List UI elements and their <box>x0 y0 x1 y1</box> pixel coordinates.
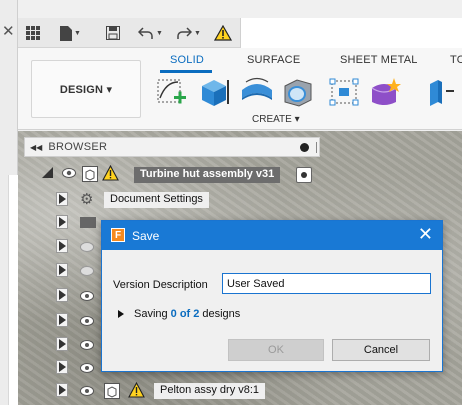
form-star-icon[interactable] <box>368 76 401 108</box>
quick-access-toolbar: ▼ ▼ ▼ <box>18 18 462 48</box>
form-icon[interactable] <box>328 76 360 108</box>
grid-icon[interactable] <box>26 24 40 42</box>
separator <box>316 142 317 153</box>
eye-icon[interactable] <box>80 291 94 304</box>
version-description-input[interactable] <box>222 273 431 294</box>
expand-triangle-icon[interactable] <box>59 339 66 349</box>
warning-icon[interactable] <box>214 24 232 42</box>
expand-triangle-icon[interactable] <box>59 194 66 204</box>
scrollbar[interactable] <box>8 175 18 405</box>
dialog-title: Save <box>132 229 160 243</box>
tab-solid[interactable]: SOLID <box>170 54 204 66</box>
cancel-button[interactable]: Cancel <box>332 339 430 361</box>
document-settings-label[interactable]: Document Settings <box>104 192 209 208</box>
workspace-design-button[interactable]: DESIGN ▾ <box>31 60 141 118</box>
eye-icon[interactable] <box>80 242 94 255</box>
expand-triangle-icon[interactable] <box>59 217 66 227</box>
browser-root-row[interactable]: Turbine hut assembly v31 <box>40 164 340 186</box>
expand-triangle-icon[interactable] <box>59 362 66 372</box>
background-window-strip: ✕ <box>0 0 18 405</box>
revolve-icon[interactable] <box>240 76 272 108</box>
expand-triangle-icon[interactable] <box>42 167 53 178</box>
fusion-icon: F <box>111 228 125 242</box>
sketch-icon[interactable] <box>156 76 188 108</box>
collapse-icon[interactable]: ◀◀ <box>30 143 42 152</box>
version-description-label: Version Description <box>113 279 208 291</box>
saving-count: 0 of 2 <box>170 308 200 320</box>
browser-header[interactable]: ◀◀ BROWSER <box>24 137 320 157</box>
warning-icon <box>102 164 119 184</box>
save-icon[interactable] <box>106 24 120 42</box>
folder-icon <box>80 217 96 228</box>
tab-surface[interactable]: SURFACE <box>247 54 300 66</box>
component-icon <box>104 383 120 402</box>
gear-icon: ⚙ <box>80 191 94 208</box>
file-icon[interactable]: ▼ <box>60 24 81 42</box>
eye-icon[interactable] <box>80 363 94 376</box>
create-group-label[interactable]: CREATE ▾ <box>252 114 300 125</box>
shell-icon[interactable] <box>282 76 314 108</box>
component-icon <box>82 166 98 185</box>
active-tab-indicator <box>160 70 212 73</box>
undo-icon[interactable]: ▼ <box>138 24 163 42</box>
document-tab[interactable] <box>240 18 462 48</box>
saving-progress-row[interactable]: Saving 0 of 2 designs <box>118 308 240 320</box>
pelton-assy-label[interactable]: Pelton assy dry v8:1 <box>154 383 266 399</box>
browser-row-document-settings[interactable]: ⚙ Document Settings <box>40 189 340 211</box>
assembly-name-label[interactable]: Turbine hut assembly v31 <box>134 167 281 183</box>
eye-icon[interactable] <box>80 316 94 329</box>
expand-triangle-icon[interactable] <box>59 241 66 251</box>
browser-row-pelton-assy[interactable]: Pelton assy dry v8:1 <box>40 380 340 402</box>
saving-suffix: designs <box>202 308 241 320</box>
save-dialog: F Save ✕ Version Description Saving 0 of… <box>101 220 443 372</box>
warning-icon <box>128 381 145 401</box>
redo-icon[interactable]: ▼ <box>176 24 201 42</box>
close-icon[interactable]: ✕ <box>418 224 433 244</box>
ribbon: DESIGN ▾ SOLID SURFACE SHEET METAL TO CR… <box>18 48 462 130</box>
eye-icon[interactable] <box>80 340 94 353</box>
pin-icon[interactable] <box>300 143 309 152</box>
eye-icon[interactable] <box>80 386 94 399</box>
expand-triangle-icon[interactable] <box>59 385 66 395</box>
eye-icon[interactable] <box>80 266 94 279</box>
tools-icon[interactable] <box>426 76 458 108</box>
expand-triangle-icon[interactable] <box>59 290 66 300</box>
expand-triangle-icon[interactable] <box>59 315 66 325</box>
dialog-title-bar[interactable]: F Save ✕ <box>102 221 442 250</box>
browser-title: BROWSER <box>48 141 108 153</box>
ok-button[interactable]: OK <box>228 339 324 361</box>
close-icon[interactable]: ✕ <box>2 24 15 39</box>
eye-icon[interactable] <box>62 168 76 181</box>
target-icon[interactable] <box>296 167 312 183</box>
expand-arrow-icon[interactable] <box>118 310 124 318</box>
tab-sheet-metal[interactable]: SHEET METAL <box>340 54 418 66</box>
box-icon[interactable] <box>198 76 230 108</box>
saving-prefix: Saving <box>134 308 168 320</box>
tab-tools[interactable]: TO <box>450 54 462 66</box>
expand-triangle-icon[interactable] <box>59 265 66 275</box>
